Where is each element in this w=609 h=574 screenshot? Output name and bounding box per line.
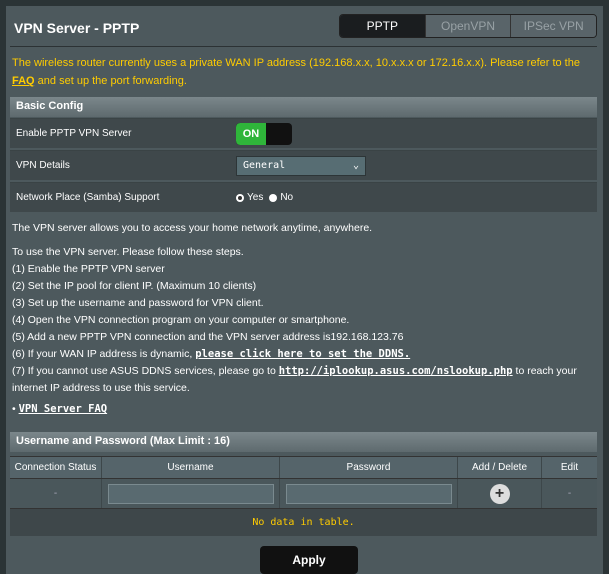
samba-yes-label: Yes <box>247 192 264 203</box>
empty-table-message: No data in table. <box>10 508 597 536</box>
add-user-row: - + - <box>10 478 597 508</box>
vpn-tab-bar: PPTP OpenVPN IPSec VPN <box>339 14 597 38</box>
vpn-details-value: General <box>243 160 286 171</box>
access-text: The VPN server allows you to access your… <box>12 222 373 234</box>
toggle-on-label: ON <box>236 122 266 145</box>
notice-text: The wireless router currently uses a pri… <box>12 57 580 69</box>
page-title: VPN Server - PPTP <box>14 20 140 36</box>
vpn-server-faq-link[interactable]: VPN Server FAQ <box>19 403 108 415</box>
add-cell: + <box>458 479 542 508</box>
col-connection-status: Connection Status <box>10 457 102 478</box>
users-heading: Username and Password (Max Limit : 16) <box>10 432 597 452</box>
step-4: (4) Open the VPN connection program on y… <box>12 314 350 326</box>
col-add-delete: Add / Delete <box>458 457 542 478</box>
step-3: (3) Set up the username and password for… <box>12 297 264 309</box>
edit-cell: - <box>567 488 572 499</box>
bullet-icon: • <box>12 403 19 415</box>
ddns-link[interactable]: please click here to set the DDNS. <box>195 348 410 360</box>
basic-config-heading: Basic Config <box>10 97 597 117</box>
vpn-details-label: VPN Details <box>16 160 70 171</box>
vpn-details-row: VPN Details General ⌄ <box>10 150 597 180</box>
nslookup-link[interactable]: http://iplookup.asus.com/nslookup.php <box>279 365 513 377</box>
steps-intro: To use the VPN server. Please follow the… <box>12 246 244 258</box>
enable-pptp-row: Enable PPTP VPN Server ON <box>10 118 597 148</box>
step-7-post: to reach your <box>512 365 577 377</box>
step-6: (6) If your WAN IP address is dynamic, p… <box>12 346 577 363</box>
radio-icon <box>269 193 278 202</box>
chevron-down-icon: ⌄ <box>352 160 359 171</box>
enable-pptp-label: Enable PPTP VPN Server <box>16 128 132 139</box>
samba-no-label: No <box>280 192 294 203</box>
enable-pptp-toggle[interactable]: ON <box>236 122 292 145</box>
wan-notice: The wireless router currently uses a pri… <box>12 54 594 90</box>
faq-item: • VPN Server FAQ <box>12 401 577 418</box>
samba-row: Network Place (Samba) Support Yes No <box>10 182 597 212</box>
tab-ipsec-vpn[interactable]: IPSec VPN <box>510 15 596 37</box>
radio-selected-icon <box>236 193 244 202</box>
step-2: (2) Set the IP pool for client IP. (Maxi… <box>12 280 257 292</box>
vpn-details-select[interactable]: General ⌄ <box>236 155 366 176</box>
tab-openvpn[interactable]: OpenVPN <box>424 15 511 37</box>
password-cell <box>280 479 458 508</box>
step-7-line-2: internet IP address to use this service. <box>12 382 190 394</box>
step-7-text: (7) If you cannot use ASUS DDNS services… <box>12 365 279 377</box>
step-1: (1) Enable the PPTP VPN server <box>12 263 165 275</box>
step-7: (7) If you cannot use ASUS DDNS services… <box>12 363 577 380</box>
username-input[interactable] <box>107 483 274 504</box>
step-6-text: (6) If your WAN IP address is dynamic, <box>12 348 196 360</box>
step-5: (5) Add a new PPTP VPN connection and th… <box>12 331 404 343</box>
col-username: Username <box>102 457 280 478</box>
col-password: Password <box>280 457 458 478</box>
tab-pptp[interactable]: PPTP <box>340 15 425 37</box>
status-cell: - <box>10 479 102 508</box>
title-divider <box>10 46 597 47</box>
add-icon[interactable]: + <box>489 483 510 504</box>
samba-label: Network Place (Samba) Support <box>16 192 160 203</box>
steps-block: To use the VPN server. Please follow the… <box>12 244 577 418</box>
samba-no-radio[interactable]: No <box>269 192 293 203</box>
samba-yes-radio[interactable]: Yes <box>236 192 263 203</box>
users-table-header: Connection Status Username Password Add … <box>10 456 597 478</box>
apply-button[interactable]: Apply <box>260 546 358 574</box>
password-input[interactable] <box>285 483 452 504</box>
notice-text-2: and set up the port forwarding. <box>34 75 187 87</box>
username-cell <box>102 479 280 508</box>
faq-link[interactable]: FAQ <box>12 75 35 87</box>
col-edit: Edit <box>560 462 579 473</box>
